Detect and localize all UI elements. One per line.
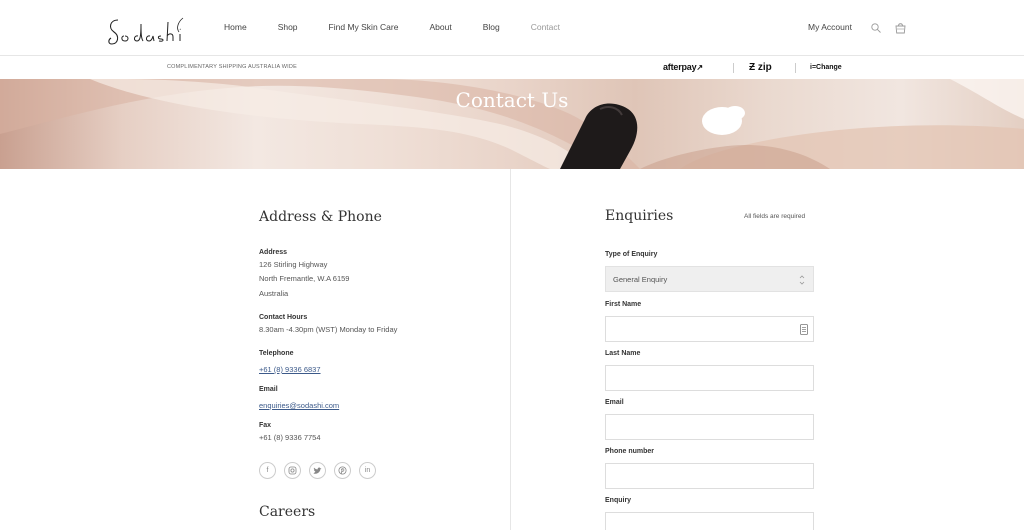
instagram-icon[interactable]: [284, 462, 301, 479]
select-chevrons-icon: [799, 275, 805, 285]
linkedin-icon[interactable]: in: [359, 462, 376, 479]
telephone-label: Telephone: [259, 350, 294, 357]
phone-input[interactable]: [605, 463, 814, 489]
enquiry-type-label: Type of Enquiry: [605, 251, 658, 258]
search-icon[interactable]: [871, 23, 881, 33]
nav-shop[interactable]: Shop: [278, 21, 298, 33]
nav-blog[interactable]: Blog: [483, 21, 500, 33]
promo-strip: COMPLIMENTARY SHIPPING AUSTRALIA WIDE af…: [0, 57, 1024, 79]
enquiry-textarea[interactable]: [605, 512, 814, 530]
address-line: 126 Stirling Highway: [259, 260, 328, 269]
telephone-link[interactable]: +61 (8) 9336 6837: [259, 363, 321, 376]
nav-contact[interactable]: Contact: [531, 21, 560, 33]
required-fields-note: All fields are required: [744, 213, 806, 220]
ichange-logo: i=Change: [810, 64, 842, 71]
email-label: Email: [605, 399, 624, 406]
hours-block: Contact Hours 8.30am -4.30pm (WST) Monda…: [259, 313, 397, 337]
fax-number: +61 (8) 9336 7754: [259, 433, 321, 442]
sodashi-logo[interactable]: [106, 10, 192, 50]
strip-divider: [795, 63, 796, 73]
site-header: Home Shop Find My Skin Care About Blog C…: [0, 0, 1024, 56]
address-block: Address 126 Stirling Highway North Frema…: [259, 248, 349, 301]
afterpay-arrow-icon: ↗: [696, 63, 703, 72]
last-name-label: Last Name: [605, 350, 641, 357]
address-label: Address: [259, 249, 288, 256]
enquiry-type-value: General Enquiry: [613, 275, 668, 284]
nav-home[interactable]: Home: [224, 21, 247, 33]
address-line: North Fremantle, W.A 6159: [259, 274, 350, 284]
email-block: Email enquiries@sodashi.com: [259, 385, 339, 413]
nav-find-my-skin-care[interactable]: Find My Skin Care: [329, 21, 399, 33]
pinterest-icon[interactable]: [334, 462, 351, 479]
fax-block: Fax +61 (8) 9336 7754: [259, 421, 321, 445]
email-link[interactable]: enquiries@sodashi.com: [259, 399, 339, 412]
address-line: Australia: [259, 288, 289, 298]
afterpay-label: afterpay: [663, 62, 697, 72]
my-account-link[interactable]: My Account: [808, 21, 852, 33]
strip-divider: [733, 63, 734, 73]
zip-logo: Ƶ zip: [749, 61, 772, 74]
fax-label: Fax: [259, 422, 272, 429]
zip-z-icon: Ƶ: [749, 62, 756, 73]
email-input[interactable]: [605, 414, 814, 440]
column-divider: [510, 169, 511, 530]
page-title: Contact Us: [455, 88, 569, 112]
email-label: Email: [259, 386, 278, 393]
shipping-notice: COMPLIMENTARY SHIPPING AUSTRALIA WIDE: [167, 64, 297, 70]
hours-label: Contact Hours: [259, 314, 308, 321]
zip-label: zip: [757, 62, 772, 73]
first-name-label: First Name: [605, 301, 642, 308]
enquiries-heading: Enquiries: [605, 208, 674, 224]
address-phone-heading: Address & Phone: [259, 209, 382, 225]
phone-label: Phone number: [605, 448, 655, 455]
twitter-icon[interactable]: [309, 462, 326, 479]
first-name-input[interactable]: [605, 316, 814, 342]
main-nav: Home Shop Find My Skin Care About Blog C…: [224, 21, 591, 33]
afterpay-logo: afterpay↗: [663, 61, 703, 74]
nav-about[interactable]: About: [429, 21, 451, 33]
shopping-bag-icon[interactable]: [895, 22, 906, 34]
enquiry-label: Enquiry: [605, 497, 632, 504]
last-name-input[interactable]: [605, 365, 814, 391]
enquiry-type-select[interactable]: General Enquiry: [605, 266, 814, 292]
facebook-icon[interactable]: f: [259, 462, 276, 479]
hero-banner: Contact Us: [0, 79, 1024, 169]
hours-text: 8.30am -4.30pm (WST) Monday to Friday: [259, 325, 398, 334]
careers-heading: Careers: [259, 504, 316, 520]
contact-card-icon: [800, 324, 808, 335]
telephone-block: Telephone +61 (8) 9336 6837: [259, 349, 321, 377]
social-links: f in: [259, 462, 384, 479]
